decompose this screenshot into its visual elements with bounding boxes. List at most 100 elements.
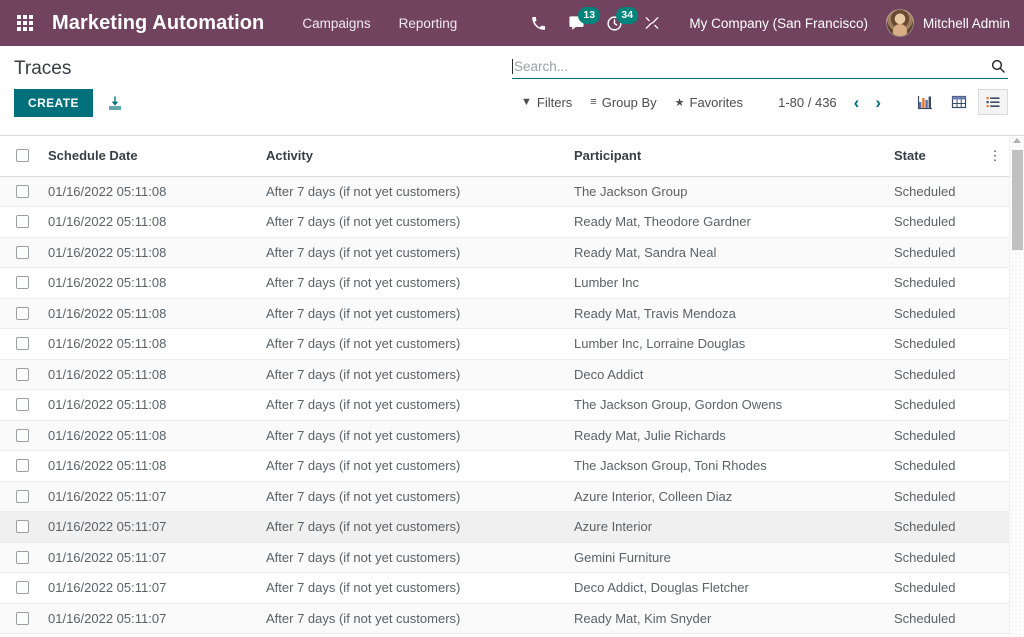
apps-grid-icon[interactable] bbox=[8, 8, 42, 38]
cell-state[interactable]: Scheduled bbox=[886, 268, 981, 299]
cell-activity[interactable]: After 7 days (if not yet customers) bbox=[258, 237, 566, 268]
cell-state[interactable]: Scheduled bbox=[886, 603, 981, 634]
favorites-dropdown[interactable]: ★ Favorites bbox=[666, 91, 752, 114]
search-bar[interactable] bbox=[512, 56, 1008, 79]
list-view-icon[interactable] bbox=[978, 89, 1008, 115]
cell-schedule-date[interactable]: 01/16/2022 05:11:07 bbox=[40, 603, 258, 634]
import-download-icon[interactable] bbox=[101, 91, 129, 115]
row-checkbox[interactable] bbox=[16, 246, 29, 259]
cell-participant[interactable]: Lumber Inc bbox=[566, 268, 886, 299]
create-button[interactable]: CREATE bbox=[14, 89, 93, 117]
cell-state[interactable]: Scheduled bbox=[886, 359, 981, 390]
cell-activity[interactable]: After 7 days (if not yet customers) bbox=[258, 268, 566, 299]
table-row[interactable]: 01/16/2022 05:11:08After 7 days (if not … bbox=[0, 176, 1009, 207]
cell-schedule-date[interactable]: 01/16/2022 05:11:08 bbox=[40, 329, 258, 360]
cell-schedule-date[interactable]: 01/16/2022 05:11:08 bbox=[40, 390, 258, 421]
row-checkbox[interactable] bbox=[16, 551, 29, 564]
row-checkbox[interactable] bbox=[16, 185, 29, 198]
row-checkbox[interactable] bbox=[16, 307, 29, 320]
row-checkbox[interactable] bbox=[16, 215, 29, 228]
cell-participant[interactable]: Azure Interior bbox=[566, 512, 886, 543]
vertical-dots-icon[interactable]: ⋮ bbox=[981, 149, 1009, 162]
cell-participant[interactable]: Azure Interior, Colleen Diaz bbox=[566, 481, 886, 512]
cell-participant[interactable]: Ready Mat, Sandra Neal bbox=[566, 237, 886, 268]
table-row[interactable]: 01/16/2022 05:11:07After 7 days (if not … bbox=[0, 603, 1009, 634]
cell-participant[interactable]: Ready Mat, Julie Richards bbox=[566, 420, 886, 451]
scroll-up-arrow-icon[interactable] bbox=[1013, 138, 1021, 143]
table-row[interactable]: 01/16/2022 05:11:08After 7 days (if not … bbox=[0, 390, 1009, 421]
table-row[interactable]: 01/16/2022 05:11:08After 7 days (if not … bbox=[0, 268, 1009, 299]
row-checkbox[interactable] bbox=[16, 276, 29, 289]
pager-next-button[interactable]: › bbox=[868, 94, 888, 111]
cell-schedule-date[interactable]: 01/16/2022 05:11:08 bbox=[40, 451, 258, 482]
column-header-activity[interactable]: Activity bbox=[258, 136, 566, 176]
cell-activity[interactable]: After 7 days (if not yet customers) bbox=[258, 451, 566, 482]
cell-participant[interactable]: Deco Addict bbox=[566, 359, 886, 390]
cell-activity[interactable]: After 7 days (if not yet customers) bbox=[258, 603, 566, 634]
cell-state[interactable]: Scheduled bbox=[886, 420, 981, 451]
pager-previous-button[interactable]: ‹ bbox=[847, 94, 867, 111]
cell-activity[interactable]: After 7 days (if not yet customers) bbox=[258, 390, 566, 421]
cell-participant[interactable]: Ready Mat, Kim Snyder bbox=[566, 603, 886, 634]
cell-schedule-date[interactable]: 01/16/2022 05:11:08 bbox=[40, 237, 258, 268]
cell-state[interactable]: Scheduled bbox=[886, 573, 981, 604]
cell-activity[interactable]: After 7 days (if not yet customers) bbox=[258, 207, 566, 238]
phone-icon[interactable] bbox=[519, 8, 557, 38]
cell-participant[interactable]: The Jackson Group bbox=[566, 176, 886, 207]
row-checkbox[interactable] bbox=[16, 398, 29, 411]
cell-schedule-date[interactable]: 01/16/2022 05:11:07 bbox=[40, 542, 258, 573]
row-checkbox[interactable] bbox=[16, 337, 29, 350]
cell-state[interactable]: Scheduled bbox=[886, 207, 981, 238]
filters-dropdown[interactable]: ▼ Filters bbox=[512, 91, 581, 114]
table-row[interactable]: 01/16/2022 05:11:07After 7 days (if not … bbox=[0, 512, 1009, 543]
table-row[interactable]: 01/16/2022 05:11:08After 7 days (if not … bbox=[0, 359, 1009, 390]
cell-state[interactable]: Scheduled bbox=[886, 542, 981, 573]
table-row[interactable]: 01/16/2022 05:11:08After 7 days (if not … bbox=[0, 237, 1009, 268]
graph-view-icon[interactable] bbox=[910, 89, 940, 115]
cell-state[interactable]: Scheduled bbox=[886, 176, 981, 207]
app-brand-title[interactable]: Marketing Automation bbox=[52, 12, 264, 35]
cell-activity[interactable]: After 7 days (if not yet customers) bbox=[258, 420, 566, 451]
cell-state[interactable]: Scheduled bbox=[886, 298, 981, 329]
vertical-scrollbar[interactable] bbox=[1009, 136, 1024, 637]
cell-schedule-date[interactable]: 01/16/2022 05:11:07 bbox=[40, 512, 258, 543]
pivot-view-icon[interactable] bbox=[944, 89, 974, 115]
search-icon[interactable] bbox=[988, 58, 1008, 74]
developer-tools-icon[interactable] bbox=[633, 8, 671, 38]
cell-activity[interactable]: After 7 days (if not yet customers) bbox=[258, 512, 566, 543]
cell-activity[interactable]: After 7 days (if not yet customers) bbox=[258, 176, 566, 207]
cell-participant[interactable]: Ready Mat, Theodore Gardner bbox=[566, 207, 886, 238]
cell-participant[interactable]: Ready Mat, Travis Mendoza bbox=[566, 298, 886, 329]
cell-participant[interactable]: Lumber Inc, Lorraine Douglas bbox=[566, 329, 886, 360]
column-header-state[interactable]: State bbox=[886, 136, 981, 176]
group-by-dropdown[interactable]: ≡ Group By bbox=[581, 91, 665, 114]
column-header-participant[interactable]: Participant bbox=[566, 136, 886, 176]
cell-schedule-date[interactable]: 01/16/2022 05:11:08 bbox=[40, 176, 258, 207]
cell-participant[interactable]: The Jackson Group, Gordon Owens bbox=[566, 390, 886, 421]
row-checkbox[interactable] bbox=[16, 581, 29, 594]
cell-schedule-date[interactable]: 01/16/2022 05:11:07 bbox=[40, 481, 258, 512]
cell-state[interactable]: Scheduled bbox=[886, 481, 981, 512]
messages-icon[interactable]: 13 bbox=[557, 8, 595, 38]
cell-schedule-date[interactable]: 01/16/2022 05:11:08 bbox=[40, 268, 258, 299]
cell-schedule-date[interactable]: 01/16/2022 05:11:08 bbox=[40, 207, 258, 238]
row-checkbox[interactable] bbox=[16, 490, 29, 503]
user-menu[interactable]: Mitchell Admin bbox=[882, 9, 1010, 37]
row-checkbox[interactable] bbox=[16, 429, 29, 442]
row-checkbox[interactable] bbox=[16, 612, 29, 625]
table-row[interactable]: 01/16/2022 05:11:08After 7 days (if not … bbox=[0, 298, 1009, 329]
cell-state[interactable]: Scheduled bbox=[886, 237, 981, 268]
cell-schedule-date[interactable]: 01/16/2022 05:11:08 bbox=[40, 420, 258, 451]
cell-schedule-date[interactable]: 01/16/2022 05:11:08 bbox=[40, 298, 258, 329]
row-checkbox[interactable] bbox=[16, 368, 29, 381]
cell-activity[interactable]: After 7 days (if not yet customers) bbox=[258, 298, 566, 329]
company-switcher[interactable]: My Company (San Francisco) bbox=[671, 16, 882, 31]
cell-schedule-date[interactable]: 01/16/2022 05:11:08 bbox=[40, 359, 258, 390]
cell-activity[interactable]: After 7 days (if not yet customers) bbox=[258, 329, 566, 360]
search-input[interactable] bbox=[514, 59, 988, 74]
table-row[interactable]: 01/16/2022 05:11:07After 7 days (if not … bbox=[0, 573, 1009, 604]
activities-clock-icon[interactable]: 34 bbox=[595, 8, 633, 38]
row-checkbox[interactable] bbox=[16, 459, 29, 472]
select-all-checkbox[interactable] bbox=[16, 149, 29, 162]
cell-participant[interactable]: Gemini Furniture bbox=[566, 542, 886, 573]
